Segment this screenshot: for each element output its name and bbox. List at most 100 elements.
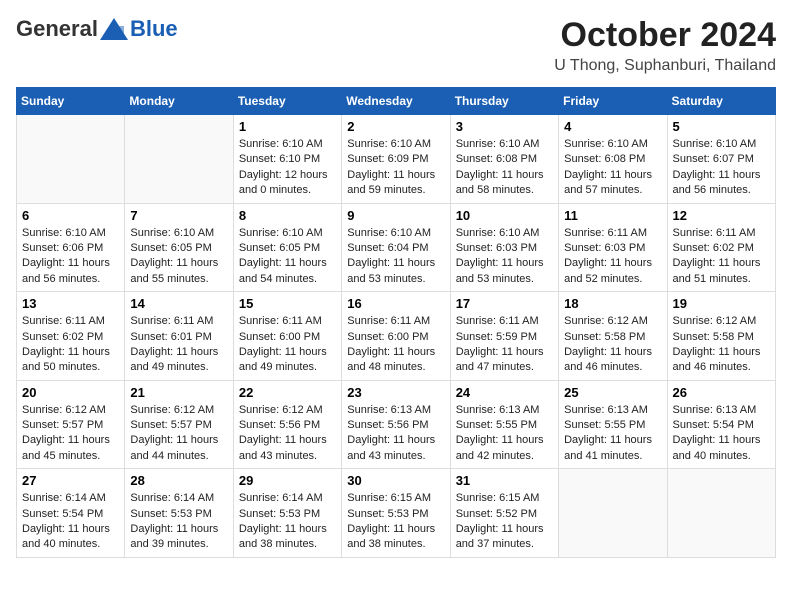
cell-daylight-info: Sunrise: 6:14 AMSunset: 5:54 PMDaylight:… — [22, 491, 119, 553]
day-number: 25 — [564, 385, 661, 400]
cell-daylight-info: Sunrise: 6:15 AMSunset: 5:53 PMDaylight:… — [347, 491, 444, 553]
cell-daylight-info: Sunrise: 6:12 AMSunset: 5:58 PMDaylight:… — [673, 314, 770, 376]
calendar-cell: 31 Sunrise: 6:15 AMSunset: 5:52 PMDayligh… — [450, 469, 558, 558]
weekday-header-wednesday: Wednesday — [342, 88, 450, 115]
calendar-cell: 4 Sunrise: 6:10 AMSunset: 6:08 PMDaylight… — [559, 115, 667, 204]
day-number: 13 — [22, 296, 119, 311]
calendar-cell: 30 Sunrise: 6:15 AMSunset: 5:53 PMDayligh… — [342, 469, 450, 558]
calendar-cell: 15Sunrise: 6:11 AMSunset: 6:00 PMDayligh… — [233, 292, 341, 381]
day-number: 24 — [456, 385, 553, 400]
day-number: 3 — [456, 119, 553, 134]
cell-daylight-info: Sunrise: 6:11 AMSunset: 6:02 PMDaylight:… — [22, 314, 119, 376]
calendar-cell: 25 Sunrise: 6:13 AMSunset: 5:55 PMDayligh… — [559, 380, 667, 469]
day-number: 22 — [239, 385, 336, 400]
cell-daylight-info: Sunrise: 6:14 AMSunset: 5:53 PMDaylight:… — [130, 491, 227, 553]
weekday-header-tuesday: Tuesday — [233, 88, 341, 115]
calendar-week-row: 6 Sunrise: 6:10 AMSunset: 6:06 PMDaylight… — [17, 203, 776, 292]
cell-daylight-info: Sunrise: 6:11 AMSunset: 6:00 PMDaylight:… — [239, 314, 336, 376]
calendar-table: SundayMondayTuesdayWednesdayThursdayFrid… — [16, 87, 776, 558]
cell-daylight-info: Sunrise: 6:11 AMSunset: 6:02 PMDaylight:… — [673, 226, 770, 288]
logo: General Blue — [16, 16, 178, 42]
calendar-week-row: 13 Sunrise: 6:11 AMSunset: 6:02 PMDayligh… — [17, 292, 776, 381]
title-block: October 2024 U Thong, Suphanburi, Thaila… — [554, 16, 776, 75]
day-number: 14 — [130, 296, 227, 311]
calendar-cell: 21Sunrise: 6:12 AMSunset: 5:57 PMDayligh… — [125, 380, 233, 469]
cell-daylight-info: Sunrise: 6:15 AMSunset: 5:52 PMDaylight:… — [456, 491, 553, 553]
day-number: 26 — [673, 385, 770, 400]
cell-daylight-info: Sunrise: 6:12 AMSunset: 5:58 PMDaylight:… — [564, 314, 661, 376]
logo-icon — [100, 18, 128, 40]
calendar-cell: 8Sunrise: 6:10 AMSunset: 6:05 PMDaylight… — [233, 203, 341, 292]
calendar-cell: 3 Sunrise: 6:10 AMSunset: 6:08 PMDaylight… — [450, 115, 558, 204]
day-number: 1 — [239, 119, 336, 134]
cell-daylight-info: Sunrise: 6:13 AMSunset: 5:54 PMDaylight:… — [673, 403, 770, 465]
cell-daylight-info: Sunrise: 6:10 AMSunset: 6:09 PMDaylight:… — [347, 137, 444, 199]
day-number: 12 — [673, 208, 770, 223]
logo-blue-text: Blue — [130, 16, 178, 42]
weekday-header-sunday: Sunday — [17, 88, 125, 115]
month-title: October 2024 — [554, 16, 776, 55]
cell-daylight-info: Sunrise: 6:11 AMSunset: 6:00 PMDaylight:… — [347, 314, 444, 376]
calendar-cell: 19 Sunrise: 6:12 AMSunset: 5:58 PMDayligh… — [667, 292, 775, 381]
calendar-cell: 18 Sunrise: 6:12 AMSunset: 5:58 PMDayligh… — [559, 292, 667, 381]
cell-daylight-info: Sunrise: 6:10 AMSunset: 6:10 PMDaylight:… — [239, 137, 336, 199]
cell-daylight-info: Sunrise: 6:13 AMSunset: 5:55 PMDaylight:… — [564, 403, 661, 465]
calendar-cell — [125, 115, 233, 204]
weekday-header-monday: Monday — [125, 88, 233, 115]
day-number: 20 — [22, 385, 119, 400]
calendar-cell: 16 Sunrise: 6:11 AMSunset: 6:00 PMDayligh… — [342, 292, 450, 381]
day-number: 28 — [130, 473, 227, 488]
calendar-cell: 29 Sunrise: 6:14 AMSunset: 5:53 PMDayligh… — [233, 469, 341, 558]
calendar-cell — [17, 115, 125, 204]
calendar-cell — [667, 469, 775, 558]
calendar-cell: 1 Sunrise: 6:10 AMSunset: 6:10 PMDaylight… — [233, 115, 341, 204]
day-number: 17 — [456, 296, 553, 311]
calendar-cell: 2Sunrise: 6:10 AMSunset: 6:09 PMDaylight… — [342, 115, 450, 204]
logo-general-text: General — [16, 16, 98, 42]
cell-daylight-info: Sunrise: 6:12 AMSunset: 5:57 PMDaylight:… — [22, 403, 119, 465]
cell-daylight-info: Sunrise: 6:14 AMSunset: 5:53 PMDaylight:… — [239, 491, 336, 553]
calendar-cell: 22Sunrise: 6:12 AMSunset: 5:56 PMDayligh… — [233, 380, 341, 469]
day-number: 6 — [22, 208, 119, 223]
cell-daylight-info: Sunrise: 6:10 AMSunset: 6:05 PMDaylight:… — [130, 226, 227, 288]
cell-daylight-info: Sunrise: 6:13 AMSunset: 5:56 PMDaylight:… — [347, 403, 444, 465]
day-number: 4 — [564, 119, 661, 134]
calendar-cell: 9Sunrise: 6:10 AMSunset: 6:04 PMDaylight… — [342, 203, 450, 292]
cell-daylight-info: Sunrise: 6:11 AMSunset: 6:01 PMDaylight:… — [130, 314, 227, 376]
day-number: 23 — [347, 385, 444, 400]
day-number: 16 — [347, 296, 444, 311]
weekday-header-saturday: Saturday — [667, 88, 775, 115]
calendar-cell: 11 Sunrise: 6:11 AMSunset: 6:03 PMDayligh… — [559, 203, 667, 292]
cell-daylight-info: Sunrise: 6:10 AMSunset: 6:07 PMDaylight:… — [673, 137, 770, 199]
day-number: 19 — [673, 296, 770, 311]
calendar-cell: 27 Sunrise: 6:14 AMSunset: 5:54 PMDayligh… — [17, 469, 125, 558]
cell-daylight-info: Sunrise: 6:11 AMSunset: 5:59 PMDaylight:… — [456, 314, 553, 376]
day-number: 18 — [564, 296, 661, 311]
day-number: 30 — [347, 473, 444, 488]
calendar-cell: 5 Sunrise: 6:10 AMSunset: 6:07 PMDaylight… — [667, 115, 775, 204]
calendar-cell: 13 Sunrise: 6:11 AMSunset: 6:02 PMDayligh… — [17, 292, 125, 381]
calendar-body: 1 Sunrise: 6:10 AMSunset: 6:10 PMDaylight… — [17, 115, 776, 558]
calendar-cell: 7Sunrise: 6:10 AMSunset: 6:05 PMDaylight… — [125, 203, 233, 292]
calendar-cell — [559, 469, 667, 558]
calendar-cell: 10Sunrise: 6:10 AMSunset: 6:03 PMDayligh… — [450, 203, 558, 292]
cell-daylight-info: Sunrise: 6:10 AMSunset: 6:08 PMDaylight:… — [564, 137, 661, 199]
cell-daylight-info: Sunrise: 6:10 AMSunset: 6:04 PMDaylight:… — [347, 226, 444, 288]
day-number: 29 — [239, 473, 336, 488]
calendar-cell: 12 Sunrise: 6:11 AMSunset: 6:02 PMDayligh… — [667, 203, 775, 292]
calendar-week-row: 20 Sunrise: 6:12 AMSunset: 5:57 PMDayligh… — [17, 380, 776, 469]
location-title: U Thong, Suphanburi, Thailand — [554, 57, 776, 75]
calendar-cell: 20 Sunrise: 6:12 AMSunset: 5:57 PMDayligh… — [17, 380, 125, 469]
calendar-cell: 17 Sunrise: 6:11 AMSunset: 5:59 PMDayligh… — [450, 292, 558, 381]
cell-daylight-info: Sunrise: 6:11 AMSunset: 6:03 PMDaylight:… — [564, 226, 661, 288]
day-number: 31 — [456, 473, 553, 488]
day-number: 5 — [673, 119, 770, 134]
day-number: 11 — [564, 208, 661, 223]
calendar-cell: 6 Sunrise: 6:10 AMSunset: 6:06 PMDaylight… — [17, 203, 125, 292]
day-number: 27 — [22, 473, 119, 488]
cell-daylight-info: Sunrise: 6:10 AMSunset: 6:06 PMDaylight:… — [22, 226, 119, 288]
weekday-header-thursday: Thursday — [450, 88, 558, 115]
cell-daylight-info: Sunrise: 6:10 AMSunset: 6:03 PMDaylight:… — [456, 226, 553, 288]
cell-daylight-info: Sunrise: 6:10 AMSunset: 6:08 PMDaylight:… — [456, 137, 553, 199]
cell-daylight-info: Sunrise: 6:10 AMSunset: 6:05 PMDaylight:… — [239, 226, 336, 288]
